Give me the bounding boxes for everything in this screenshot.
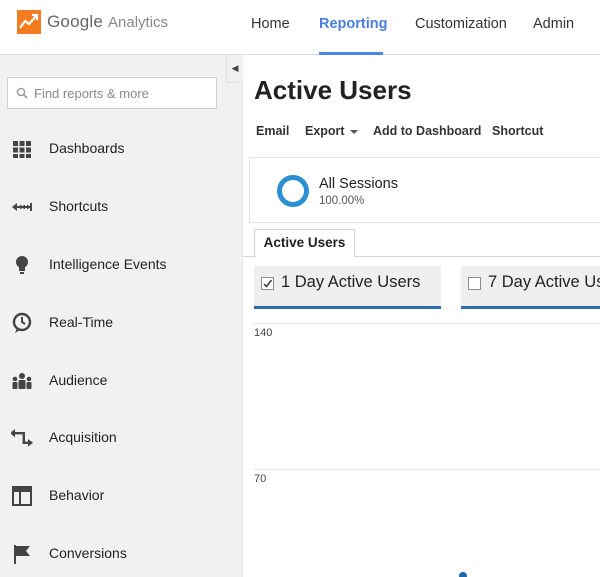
metric-7-day-active-users[interactable]: 7 Day Active Users: [461, 266, 600, 309]
page-title: Active Users: [254, 75, 412, 105]
metric-checkbox[interactable]: [468, 277, 481, 290]
metric-checkbox[interactable]: [261, 277, 274, 290]
export-button[interactable]: Export: [305, 124, 358, 138]
chart-data-point[interactable]: [459, 572, 467, 577]
sidebar: ◀ Dashboards Shortcuts Intelligenc: [0, 55, 243, 577]
report-content: Active Users Email Export Add to Dashboa…: [243, 55, 600, 577]
sidebar-item-real-time[interactable]: Real-Time: [0, 302, 226, 342]
sidebar-item-conversions[interactable]: Conversions: [0, 533, 226, 573]
checkmark-icon: [263, 279, 273, 288]
sidebar-item-audience[interactable]: Audience: [0, 360, 226, 400]
sidebar-item-label: Real-Time: [49, 314, 114, 330]
sidebar-item-intelligence-events[interactable]: Intelligence Events: [0, 244, 226, 284]
segment-name: All Sessions: [319, 176, 398, 192]
chart-gridline: [253, 469, 600, 470]
acquisition-arrows-icon: [11, 429, 33, 447]
sidebar-item-label: Intelligence Events: [49, 256, 167, 272]
sidebar-item-label: Shortcuts: [49, 198, 109, 214]
logo-analytics-text: Analytics: [108, 13, 169, 31]
add-to-dashboard-button[interactable]: Add to Dashboard: [373, 124, 481, 138]
segment-percentage: 100.00%: [319, 195, 365, 207]
export-label: Export: [305, 124, 345, 138]
nav-customization[interactable]: Customization: [415, 16, 507, 32]
sidebar-item-dashboards[interactable]: Dashboards: [0, 128, 226, 168]
grid-icon: [13, 141, 31, 158]
metric-1-day-active-users[interactable]: 1 Day Active Users: [254, 266, 441, 309]
google-analytics-logo[interactable]: Google Analytics: [17, 10, 168, 34]
chart-gridline: [253, 323, 600, 324]
layout-icon: [12, 486, 32, 506]
search-input[interactable]: [34, 78, 214, 108]
nav-home[interactable]: Home: [251, 16, 290, 32]
nav-admin[interactable]: Admin: [533, 16, 574, 32]
search-icon: [16, 87, 28, 99]
analytics-logo-icon: [17, 10, 41, 34]
people-icon: [12, 373, 32, 389]
sidebar-item-acquisition[interactable]: Acquisition: [0, 417, 226, 457]
sidebar-item-shortcuts[interactable]: Shortcuts: [0, 186, 226, 226]
segment-selector[interactable]: All Sessions 100.00%: [249, 157, 600, 223]
shortcut-arrow-icon: [12, 203, 32, 211]
active-users-chart: 140 70: [243, 320, 600, 577]
logo-google-text: Google: [47, 12, 104, 31]
email-button[interactable]: Email: [256, 124, 289, 138]
y-tick-label: 70: [254, 473, 267, 485]
collapse-sidebar-button[interactable]: ◀: [226, 55, 243, 83]
report-tabs: Active Users: [243, 229, 600, 258]
sidebar-item-label: Acquisition: [49, 429, 117, 445]
clock-icon: [12, 312, 32, 333]
segment-ring-icon: [277, 175, 309, 207]
y-tick-label: 140: [254, 327, 273, 339]
nav-reporting[interactable]: Reporting: [319, 16, 387, 32]
report-action-bar: Email Export Add to Dashboard Shortcut: [243, 121, 600, 145]
shortcut-button[interactable]: Shortcut: [492, 124, 543, 138]
top-navigation-bar: Google Analytics Home Reporting Customiz…: [0, 0, 600, 55]
sidebar-item-behavior[interactable]: Behavior: [0, 475, 226, 515]
sidebar-item-label: Behavior: [49, 487, 105, 503]
tab-active-users[interactable]: Active Users: [254, 229, 355, 258]
sidebar-item-label: Conversions: [49, 545, 127, 561]
sidebar-item-label: Dashboards: [49, 140, 125, 156]
report-search-box[interactable]: [7, 77, 217, 109]
metric-label: 1 Day Active Users: [281, 273, 421, 291]
metric-label: 7 Day Active Users: [488, 273, 600, 291]
flag-icon: [14, 545, 30, 564]
chevron-down-icon: [349, 129, 358, 134]
lightbulb-icon: [16, 256, 28, 274]
sidebar-item-label: Audience: [49, 372, 108, 388]
